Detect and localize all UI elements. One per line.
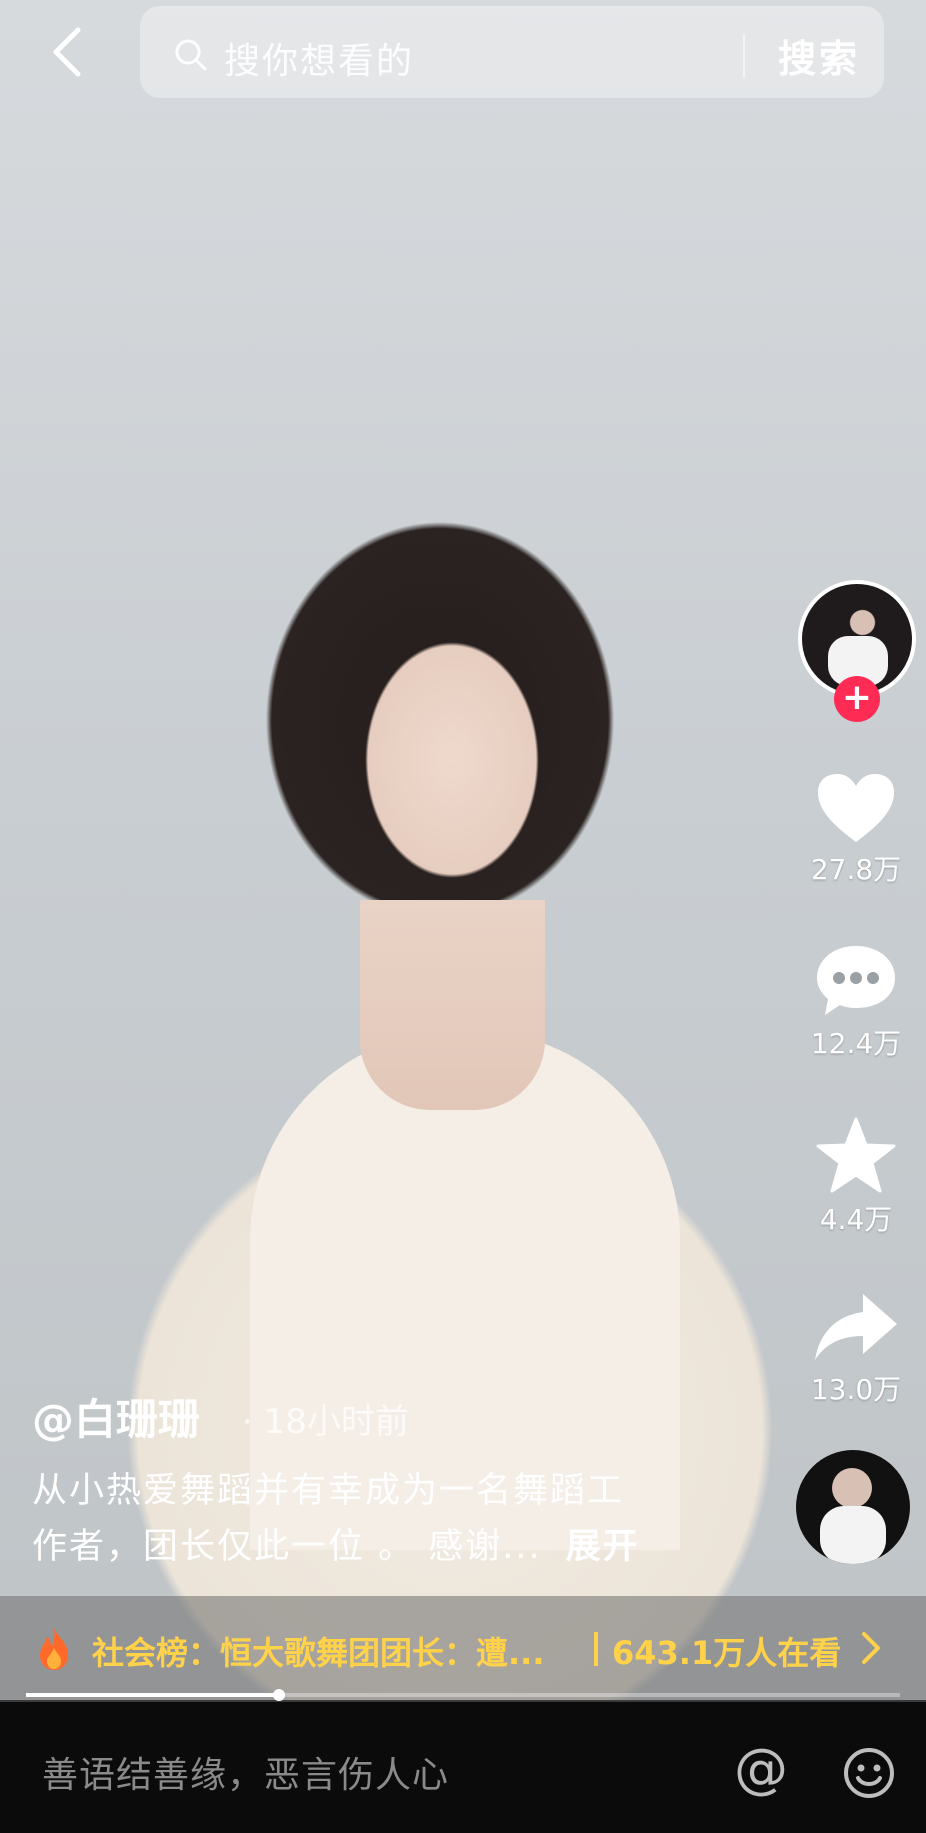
comment-count: 12.4万 [810,1027,902,1060]
hot-topic-text: 社会榜：恒大歌舞团团长：遭... [92,1634,545,1672]
caption-line-2: 作者，团长仅此一位 。 感谢... 展开 [32,1518,640,1569]
search-divider [743,34,745,78]
share-arrow-icon [815,1294,897,1360]
post-time: · 18小时前 [242,1402,409,1442]
expand-button[interactable]: 展开 [566,1527,640,1567]
caption-line-1: 从小热爱舞蹈并有幸成为一名舞蹈工 [32,1471,625,1511]
back-button[interactable] [40,22,100,82]
comment-input[interactable]: 善语结善缘，恶言伤人心 [42,1746,449,1798]
search-bar[interactable]: 搜你想看的 搜索 [140,6,884,98]
search-input[interactable]: 搜你想看的 [224,32,414,84]
share-count: 13.0万 [810,1373,902,1406]
heart-icon [818,774,894,842]
caption-text: 作者，团长仅此一位 。 感谢... [32,1527,542,1567]
favorite-count: 4.4万 [819,1203,893,1236]
hot-viewer-count: 643.1万人在看 [612,1634,842,1672]
action-rail: + 27.8万 12.4万 4.4万 13.0万 [776,0,926,1700]
mention-button[interactable]: @ [734,1742,788,1796]
author-name[interactable]: @白珊珊 [32,1395,200,1444]
video-progress-bar[interactable] [26,1689,900,1701]
progress-fill [26,1693,280,1697]
chevron-right-icon [862,1632,880,1664]
comment-bubble-icon [817,946,895,1015]
emoji-icon[interactable] [842,1746,896,1800]
music-disc[interactable] [796,1450,910,1564]
video-subject-neck [360,900,545,1110]
like-count: 27.8万 [810,853,902,886]
like-button[interactable]: 27.8万 [786,770,926,888]
favorite-button[interactable]: 4.4万 [786,1116,926,1238]
flame-icon [40,1628,68,1670]
comment-button[interactable]: 12.4万 [786,942,926,1062]
search-icon [175,39,207,71]
hot-divider [594,1632,598,1666]
back-arrow-icon [53,27,81,77]
author-row: @白珊珊 · 18小时前 [32,1386,409,1447]
hot-list-bar[interactable]: 社会榜：恒大歌舞团团长：遭... 643.1万人在看 [0,1596,926,1702]
follow-button[interactable]: + [834,676,880,722]
share-button[interactable]: 13.0万 [786,1290,926,1408]
video-screen: 搜你想看的 搜索 + 27.8万 12.4万 4.4万 13.0万 @白珊珊 ·… [0,0,926,1833]
comment-bar: 善语结善缘，恶言伤人心 @ [0,1702,926,1833]
star-icon [816,1117,896,1193]
